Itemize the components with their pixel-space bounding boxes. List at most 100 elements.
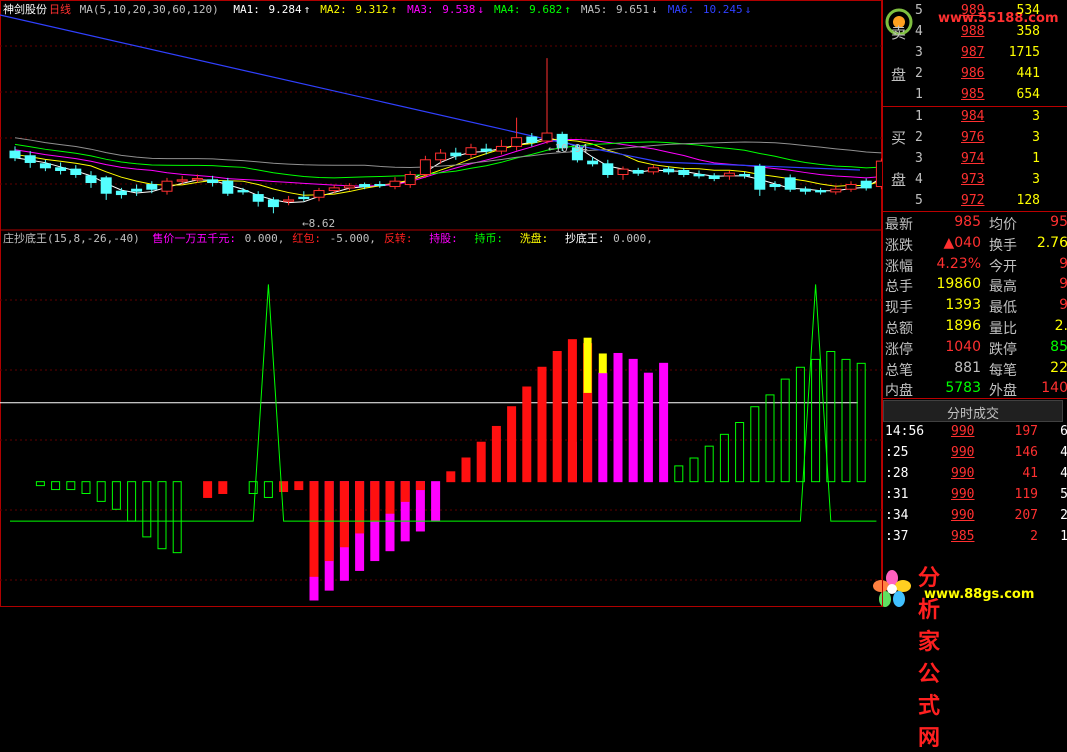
indicator-value-3 [460, 232, 467, 245]
red-bar [522, 386, 532, 483]
candle [739, 171, 751, 179]
candle-body [541, 132, 553, 142]
indicator-label-0: 售价一万五千元: [152, 232, 236, 245]
buy-row[interactable]: 3 974 1 [883, 149, 1067, 170]
stat-label: 涨跌 [885, 237, 913, 254]
indicator-item-2: 反转: [384, 232, 423, 245]
ma-label-3: MA3: [407, 3, 434, 16]
red-bar [294, 481, 304, 491]
red-bar [507, 406, 517, 483]
sell-row[interactable]: 5 989 534 [883, 1, 1067, 22]
green-bar [172, 481, 182, 554]
candle [860, 178, 872, 191]
yellow-bar [598, 353, 607, 374]
volume: 3 [1032, 109, 1040, 124]
volume: 3 [1032, 172, 1040, 187]
stat-label: 总额 [885, 321, 913, 337]
ma-num-4: 9.682 [522, 3, 563, 16]
green-bar [674, 465, 684, 483]
stat-row: 总笔 881 每笔 22 [883, 358, 1067, 379]
indicator-label-4: 持币: [474, 232, 504, 245]
ma-values: MA1: 9.284 ↑ MA2: 9.312 ↑ MA3: 9.538 ↓ MA4: 9.… [227, 3, 755, 16]
candle [283, 195, 295, 206]
stock-name: 神剑股份 [3, 3, 47, 16]
indicator-label-2: 反转: [383, 232, 413, 245]
price: 972 [961, 193, 985, 208]
stat-label: 量比 [989, 321, 1017, 337]
green-bar [719, 433, 729, 483]
trade-row: :31 990 119 5 [883, 485, 1067, 506]
trade-extra: 5 [1060, 487, 1067, 502]
stat-label: 涨幅 [885, 258, 913, 275]
candle-body [769, 184, 781, 188]
stat-value: 9 [1059, 255, 1067, 272]
buy-row[interactable]: 5 972 128 [883, 191, 1067, 212]
green-bar [157, 481, 167, 550]
red-bar [370, 481, 380, 522]
candle-body [70, 168, 82, 175]
candle [708, 173, 720, 182]
magenta-bar [613, 352, 623, 483]
trade-volume: 2 [1030, 529, 1038, 544]
candle-body [237, 190, 249, 193]
ma-label-6: MA6: [667, 3, 695, 16]
trade-row: 14:56 990 197 6 [883, 422, 1067, 443]
trade-time: :25 [885, 445, 909, 460]
chart-area[interactable]: 神剑股份 日线 MA(5,10,20,30,60,120) MA1: 9.284 ↑… [0, 0, 1034, 751]
candle [131, 184, 143, 196]
indicator-value-4 [505, 232, 512, 245]
volume: 1 [1032, 151, 1040, 166]
trade-price: 990 [951, 508, 975, 523]
ma-value-2: MA2: 9.312 ↑ [320, 3, 399, 16]
level: 3 [915, 45, 923, 60]
candle-body [389, 180, 401, 188]
candle [784, 174, 796, 192]
stat-label: 均价 [989, 217, 1017, 233]
stat-value: 2. [1054, 318, 1067, 334]
indicator-values: 售价一万五千元: 0.000, 红包: -5.000, 反转: 持股: 持币: 洗盘… [148, 232, 657, 245]
indicator-item-4: 持币: [474, 232, 513, 245]
green-bar [142, 481, 152, 538]
level: 1 [915, 87, 923, 102]
buy-row[interactable]: 2 976 3 [883, 128, 1067, 149]
sell-row[interactable]: 4 988 358 [883, 22, 1067, 43]
candle [511, 117, 523, 151]
ma-params: MA(5,10,20,30,60,120) [79, 3, 219, 16]
candle-body [55, 167, 67, 171]
low-annotation-value: 8.62 [308, 217, 336, 230]
period-label[interactable]: 日线 [49, 3, 71, 16]
trade-volume: 146 [1014, 445, 1038, 460]
candle [495, 139, 507, 155]
buy-row[interactable]: 1 984 3 [883, 107, 1067, 128]
buy-row[interactable]: 4 973 3 [883, 170, 1067, 191]
ma-num-6: 10.245 [696, 3, 743, 16]
red-bar [203, 481, 213, 498]
candle-body [632, 169, 644, 174]
candle-body [419, 159, 431, 176]
green-bar [795, 366, 805, 483]
stat-value: 985 [954, 214, 981, 230]
trade-volume: 119 [1014, 487, 1038, 502]
ma-arrow-1: ↑ [303, 3, 311, 16]
trades-tab[interactable]: 分时成交 [883, 400, 1063, 422]
sell-row[interactable]: 2 986 441 [883, 64, 1067, 85]
sell-row[interactable]: 3 987 1715 [883, 43, 1067, 64]
level: 5 [915, 3, 923, 18]
candle-body [845, 184, 857, 190]
price: 989 [961, 3, 985, 18]
sell-row[interactable]: 1 985 654 [883, 85, 1067, 106]
ma-value-4: MA4: 9.682 ↑ [494, 3, 573, 16]
indicator-item-3: 持股: [429, 232, 468, 245]
indicator-label-6: 抄底王: [564, 232, 605, 245]
stat-row: 涨幅 4.23% 今开 9 [883, 254, 1067, 275]
chart-svg[interactable] [0, 0, 882, 607]
candle-body [222, 180, 234, 194]
candle-body [146, 184, 158, 190]
trade-row: :25 990 146 4 [883, 443, 1067, 464]
stat-value: 140 [1041, 380, 1067, 397]
price: 987 [961, 45, 985, 60]
stat-value: 1393 [945, 297, 981, 314]
candle-body [830, 188, 842, 193]
stat-label: 总手 [885, 279, 913, 296]
candle-body [678, 169, 690, 176]
